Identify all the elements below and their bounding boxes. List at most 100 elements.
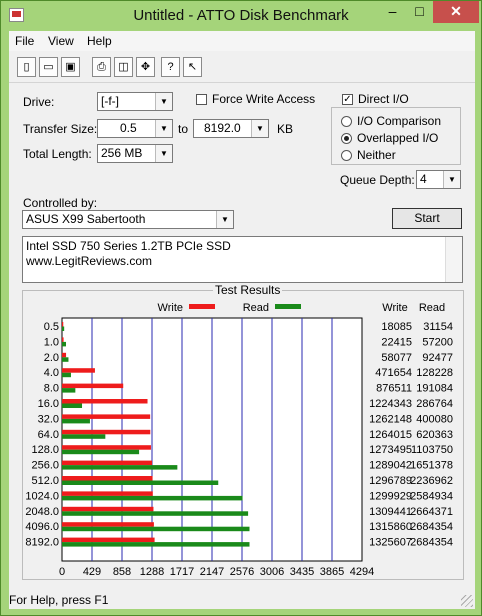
- read-bar: [62, 480, 219, 485]
- chevron-down-icon[interactable]: ▼: [155, 145, 172, 162]
- maximize-button[interactable]: □: [406, 1, 433, 23]
- read-bar: [62, 388, 76, 393]
- read-value: 2664371: [410, 506, 453, 518]
- toolbar: ▯ ▭ ▣ ⎙ ◫ ✥ ? ↖: [9, 52, 475, 83]
- overlapped-io-radio[interactable]: [341, 133, 352, 144]
- results-chart: 042985812881717214725763006343538654294T…: [25, 302, 453, 578]
- force-write-checkbox[interactable]: [196, 94, 207, 105]
- total-length-value: 256 MB: [101, 146, 143, 160]
- write-bar: [62, 522, 154, 527]
- minimize-button[interactable]: –: [379, 1, 406, 23]
- read-bar: [62, 326, 65, 331]
- write-bar: [62, 383, 124, 389]
- write-value: 1224343: [369, 398, 412, 410]
- read-bar: [62, 495, 243, 501]
- legend-read-swatch: [275, 304, 301, 309]
- resize-grip[interactable]: [461, 595, 473, 607]
- drive-select[interactable]: [-f-] ▼: [97, 92, 173, 111]
- read-value: 1651378: [410, 460, 453, 472]
- write-bar: [62, 399, 148, 404]
- y-category-label: 256.0: [31, 460, 59, 472]
- read-bar: [62, 542, 250, 547]
- x-tick-label: 0: [59, 566, 65, 578]
- new-doc-icon[interactable]: ▯: [17, 57, 36, 77]
- read-value: 57200: [422, 336, 453, 348]
- write-value: 1264015: [369, 429, 412, 441]
- menu-view[interactable]: View: [48, 34, 74, 48]
- read-bar: [62, 511, 249, 516]
- transfer-size-label: Transfer Size:: [23, 122, 98, 136]
- direct-io-label: Direct I/O: [358, 92, 409, 106]
- description-textarea[interactable]: Intel SSD 750 Series 1.2TB PCIe SSD www.…: [22, 236, 463, 283]
- write-value: 1289042: [369, 460, 412, 472]
- transfer-size-to-select[interactable]: 8192.0 ▼: [193, 119, 269, 138]
- y-category-label: 2048.0: [25, 506, 59, 518]
- y-category-label: 1024.0: [25, 490, 59, 502]
- io-comparison-radio[interactable]: [341, 116, 352, 127]
- title-bar[interactable]: Untitled - ATTO Disk Benchmark – □ ✕: [1, 1, 481, 31]
- write-bar: [62, 414, 151, 419]
- read-bar: [62, 465, 178, 470]
- drive-label: Drive:: [23, 95, 55, 109]
- help-icon[interactable]: ?: [161, 57, 180, 77]
- x-tick-label: 429: [83, 566, 101, 578]
- x-tick-label: 1288: [140, 566, 164, 578]
- start-button[interactable]: Start: [392, 208, 462, 229]
- transfer-size-to-value: 8192.0: [204, 121, 241, 135]
- column-header-read: Read: [419, 302, 445, 314]
- chevron-down-icon[interactable]: ▼: [155, 93, 172, 110]
- neither-label: Neither: [357, 148, 396, 162]
- status-text: For Help, press F1: [9, 593, 109, 607]
- chevron-down-icon[interactable]: ▼: [216, 211, 233, 228]
- menu-file[interactable]: File: [15, 34, 34, 48]
- chevron-down-icon[interactable]: ▼: [155, 120, 172, 137]
- force-write-label: Force Write Access: [212, 92, 316, 106]
- controlled-by-select[interactable]: ASUS X99 Sabertooth ▼: [22, 210, 234, 229]
- write-value: 18085: [381, 321, 412, 333]
- status-bar: For Help, press F1: [9, 591, 475, 609]
- write-value: 1309441: [369, 506, 412, 518]
- move-icon[interactable]: ✥: [136, 57, 155, 77]
- neither-radio[interactable]: [341, 150, 352, 161]
- write-bar: [62, 322, 64, 327]
- transfer-size-unit: KB: [277, 122, 294, 136]
- print-icon[interactable]: ⎙: [92, 57, 111, 77]
- drive-value: [-f-]: [101, 94, 119, 108]
- chevron-down-icon[interactable]: ▼: [251, 120, 268, 137]
- total-length-select[interactable]: 256 MB ▼: [97, 144, 173, 163]
- description-line-1: Intel SSD 750 Series 1.2TB PCIe SSD: [26, 239, 231, 253]
- y-category-label: 2.0: [44, 352, 59, 364]
- open-folder-icon[interactable]: ▭: [39, 57, 58, 77]
- write-bar: [62, 368, 95, 373]
- save-icon[interactable]: ▣: [61, 57, 80, 77]
- queue-depth-select[interactable]: 4 ▼: [416, 170, 461, 189]
- read-value: 92477: [422, 352, 453, 364]
- write-bar: [62, 352, 67, 358]
- write-value: 876511: [376, 383, 412, 395]
- read-bar: [62, 357, 69, 362]
- close-button[interactable]: ✕: [433, 1, 479, 23]
- menu-help[interactable]: Help: [87, 34, 112, 48]
- y-category-label: 0.5: [44, 321, 59, 333]
- app-window: Untitled - ATTO Disk Benchmark – □ ✕ Fil…: [0, 0, 482, 616]
- y-category-label: 512.0: [31, 475, 59, 487]
- write-bar: [62, 491, 153, 496]
- print-preview-icon[interactable]: ◫: [114, 57, 133, 77]
- queue-depth-value: 4: [420, 172, 427, 186]
- y-category-label: 8192.0: [25, 537, 59, 549]
- total-length-label: Total Length:: [23, 147, 92, 161]
- context-help-icon[interactable]: ↖: [183, 57, 202, 77]
- transfer-size-from-select[interactable]: 0.5 ▼: [97, 119, 173, 138]
- direct-io-checkbox[interactable]: ✓: [342, 94, 353, 105]
- x-tick-label: 4294: [350, 566, 374, 578]
- read-value: 620363: [416, 429, 453, 441]
- x-tick-label: 3865: [320, 566, 344, 578]
- vertical-scrollbar[interactable]: [445, 237, 462, 282]
- y-category-label: 64.0: [38, 429, 59, 441]
- x-tick-label: 3006: [260, 566, 284, 578]
- write-value: 1262148: [369, 413, 412, 425]
- write-value: 1315860: [369, 521, 412, 533]
- chevron-down-icon[interactable]: ▼: [443, 171, 460, 188]
- read-value: 400080: [416, 413, 453, 425]
- controlled-by-value: ASUS X99 Sabertooth: [26, 212, 146, 226]
